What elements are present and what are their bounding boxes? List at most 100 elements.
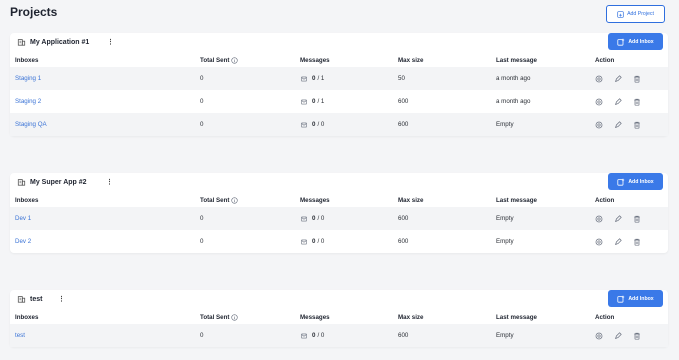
col-total-sent-label: Total Sent	[200, 313, 230, 321]
gear-icon[interactable]	[595, 98, 603, 106]
project-menu-icon[interactable]: ⋮	[106, 178, 113, 187]
action-cell	[595, 230, 641, 253]
envelope-icon	[301, 239, 307, 244]
action-cell	[595, 207, 641, 230]
action-cell	[595, 90, 641, 113]
pencil-icon[interactable]	[614, 120, 622, 129]
inbox-plus-icon	[617, 178, 625, 186]
col-action: Action	[595, 313, 615, 321]
col-inboxes: Inboxes	[15, 313, 39, 321]
max-size-value: 50	[398, 75, 405, 82]
gear-icon[interactable]	[595, 75, 603, 83]
trash-icon[interactable]	[633, 238, 641, 246]
add-inbox-button[interactable]: Add Inbox	[608, 173, 663, 190]
trash-icon[interactable]	[633, 75, 641, 83]
table-header: Inboxes Total Sent Messages Max size Last me…	[10, 193, 668, 207]
trash-icon[interactable]	[633, 121, 641, 129]
project-name: My Application #1	[30, 39, 90, 46]
project-menu-icon[interactable]: ⋮	[107, 38, 114, 47]
inbox-cell: Staging QA	[15, 113, 47, 136]
table-row: Staging QA 0 0/ 0 600 Empty	[10, 113, 668, 136]
inbox-cell: Staging 1	[15, 67, 41, 90]
info-circle-icon	[231, 56, 239, 64]
messages-count: 0	[312, 215, 316, 222]
pencil-icon[interactable]	[614, 237, 622, 246]
col-max-size: Max size	[398, 313, 424, 321]
table-header: Inboxes Total Sent Messages Max size Last me…	[10, 53, 668, 67]
envelope-icon	[301, 122, 307, 127]
gear-icon[interactable]	[595, 215, 603, 223]
col-total-sent-label: Total Sent	[200, 56, 230, 64]
col-messages: Messages	[300, 196, 330, 204]
max-size-value: 600	[398, 238, 409, 245]
messages-count: 0	[312, 75, 316, 82]
inbox-link[interactable]: Dev 1	[15, 215, 31, 222]
table-row: Staging 2 0 0/ 1 600 a month ago	[10, 90, 668, 113]
add-inbox-button[interactable]: Add Inbox	[608, 290, 663, 307]
table-row: Staging 1 0 0/ 1 50 a month ago	[10, 67, 668, 90]
table-row: Dev 2 0 0/ 0 600 Empty	[10, 230, 668, 253]
messages-cell: 0/ 0	[300, 207, 324, 230]
messages-count: 0	[312, 98, 316, 105]
page-header: Projects Add Project	[10, 5, 665, 25]
col-last-message: Last message	[496, 196, 537, 204]
info-circle-icon	[231, 196, 239, 204]
inbox-link[interactable]: Staging 2	[15, 98, 41, 105]
col-messages: Messages	[300, 56, 330, 64]
last-message-value: a month ago	[496, 75, 531, 82]
add-project-button[interactable]: Add Project	[606, 5, 665, 23]
add-project-icon	[617, 10, 624, 18]
inbox-cell: Staging 2	[15, 90, 41, 113]
inbox-plus-icon	[617, 38, 625, 46]
gear-icon[interactable]	[595, 238, 603, 246]
add-inbox-label: Add Inbox	[628, 38, 654, 45]
page-title: Projects	[10, 5, 58, 19]
inbox-link[interactable]: Dev 2	[15, 238, 31, 245]
messages-count: 0	[312, 238, 316, 245]
envelope-icon	[301, 333, 307, 338]
inbox-cell: Dev 2	[15, 230, 31, 253]
add-project-label: Add Project	[627, 11, 654, 17]
col-action: Action	[595, 56, 615, 64]
last-message-value: Empty	[496, 332, 514, 339]
col-max-size: Max size	[398, 196, 424, 204]
messages-cell: 0/ 0	[300, 113, 324, 136]
table-header: Inboxes Total Sent Messages Max size Last me…	[10, 310, 668, 324]
gear-icon[interactable]	[595, 332, 603, 340]
total-sent-value: 0	[200, 238, 204, 245]
col-max-size: Max size	[398, 56, 424, 64]
pencil-icon[interactable]	[614, 331, 622, 340]
inbox-link[interactable]: Staging QA	[15, 121, 47, 128]
pencil-icon[interactable]	[614, 97, 622, 106]
last-message-value: Empty	[496, 215, 514, 222]
max-size-value: 600	[398, 215, 409, 222]
add-inbox-button[interactable]: Add Inbox	[608, 33, 663, 50]
building-icon	[17, 39, 26, 46]
messages-count: 0	[312, 332, 316, 339]
action-cell	[595, 67, 641, 90]
building-icon	[17, 296, 26, 303]
inbox-link[interactable]: test	[15, 332, 25, 339]
inbox-link[interactable]: Staging 1	[15, 75, 41, 82]
trash-icon[interactable]	[633, 98, 641, 106]
pencil-icon[interactable]	[614, 214, 622, 223]
table-row: Dev 1 0 0/ 0 600 Empty	[10, 207, 668, 230]
project-menu-icon[interactable]: ⋮	[58, 295, 65, 304]
inbox-cell: Dev 1	[15, 207, 31, 230]
action-cell	[595, 113, 641, 136]
messages-cell: 0/ 1	[300, 67, 324, 90]
total-sent-value: 0	[200, 121, 204, 128]
project-header: test ⋮ Add Inbox	[10, 290, 668, 310]
trash-icon[interactable]	[633, 332, 641, 340]
gear-icon[interactable]	[595, 121, 603, 129]
pencil-icon[interactable]	[614, 74, 622, 83]
building-icon	[17, 179, 26, 186]
project-card: My Super App #2 ⋮ Add Inbox Inboxes Total Se…	[10, 173, 668, 253]
col-last-message: Last message	[496, 313, 537, 321]
add-inbox-label: Add Inbox	[628, 295, 654, 302]
trash-icon[interactable]	[633, 215, 641, 223]
messages-cell: 0/ 0	[300, 324, 324, 347]
col-inboxes: Inboxes	[15, 196, 39, 204]
total-sent-value: 0	[200, 75, 204, 82]
project-card: My Application #1 ⋮ Add Inbox Inboxes Total …	[10, 33, 668, 136]
